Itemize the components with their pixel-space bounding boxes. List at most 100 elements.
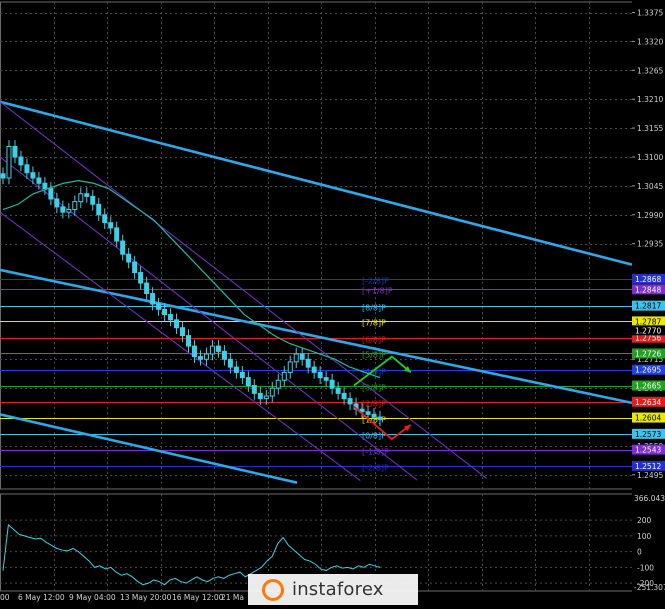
price-tick-label: 1.2935	[637, 240, 663, 249]
candle-body	[90, 195, 96, 205]
candle-body	[150, 293, 156, 305]
candle-body	[156, 303, 162, 310]
candle-body	[317, 371, 323, 379]
candle-body	[257, 392, 263, 400]
price-chart-svg: [-2/8]P[+1/8]P[8/8]P[7/8]P[6/8]P[5/8]P[4…	[0, 0, 665, 605]
candle-body	[335, 387, 341, 394]
murrey-level-label: [2/8]P	[362, 400, 386, 409]
candle-body	[287, 361, 293, 373]
candle-body	[377, 416, 383, 421]
candle-body	[72, 201, 78, 211]
murrey-level-label: [0/8]P	[362, 432, 386, 441]
candle-body	[132, 261, 138, 274]
cci-tick-label: 0	[637, 548, 642, 557]
candle-body	[281, 371, 287, 381]
time-tick-label: 16 May 12:00	[172, 593, 224, 602]
candle-body	[233, 366, 239, 373]
candle-body	[209, 345, 215, 355]
price-tick-label: 1.3320	[637, 37, 663, 46]
candle-body	[60, 206, 66, 213]
candle-body	[66, 209, 72, 213]
price-level-tag-text: 1.2695	[635, 366, 661, 375]
price-level-tag-text: 1.2770	[635, 326, 661, 335]
candle-body	[96, 203, 102, 216]
candle-body	[305, 358, 311, 368]
time-tick-label: 13 May 20:00	[120, 593, 172, 602]
murrey-level-label: [-2/8]P	[362, 464, 389, 473]
price-tick-label: 1.3375	[637, 9, 663, 18]
candle-body	[120, 240, 126, 255]
candle-body	[227, 358, 233, 368]
candle-body	[180, 327, 186, 337]
candle-body	[30, 172, 36, 179]
candle-body	[191, 345, 197, 358]
price-level-tag-text: 1.2787	[635, 317, 661, 326]
candle-body	[275, 379, 281, 389]
cci-tick-label: 100	[637, 532, 652, 541]
candle-body	[6, 145, 12, 179]
channel-line-regression-upper	[0, 101, 487, 479]
candle-body	[54, 198, 60, 208]
candle-body	[311, 366, 317, 373]
time-tick-label: 6 May 12:00	[18, 593, 65, 602]
price-panel-frame	[0, 1, 633, 490]
price-level-tag-text: 1.2665	[635, 382, 661, 391]
price-tick-label: 1.3155	[637, 124, 663, 133]
candle-body	[341, 392, 347, 400]
price-level-tag-text: 1.2512	[635, 462, 661, 471]
candle-body	[263, 395, 269, 400]
candle-body	[186, 335, 192, 347]
candle-body	[168, 314, 174, 321]
candle-body	[269, 387, 275, 397]
candle-body	[42, 182, 48, 189]
instaforex-logo-icon	[262, 578, 284, 601]
candle-body	[18, 156, 24, 166]
candle-body	[0, 173, 6, 179]
chart-container: [-2/8]P [+1/8]P [8/8]P [7/8]P [6/8]P [5/8]P [4…	[0, 0, 665, 605]
time-tick-label: 00	[0, 593, 10, 602]
cci-tick-label: -100	[637, 563, 654, 572]
candle-body	[174, 319, 180, 329]
watermark-text: instaforex	[292, 579, 384, 600]
price-tick-label: 1.3210	[637, 95, 663, 104]
candle-body	[299, 353, 305, 360]
channel-line-long-trend-lower	[0, 413, 298, 484]
candle-body	[221, 350, 227, 360]
candle-body	[365, 411, 371, 415]
time-tick-label: 21 Ma	[221, 593, 244, 602]
price-tick-label: 1.3265	[637, 66, 663, 75]
candle-body	[215, 345, 221, 352]
price-tick-label: 1.2495	[637, 471, 663, 480]
candle-body	[293, 353, 299, 363]
candle-body	[48, 187, 54, 200]
channel-line-regression-lower	[0, 211, 361, 482]
price-level-tag-text: 1.2543	[635, 446, 661, 455]
cci-max-label: 366.0438	[634, 494, 665, 503]
candle-body	[203, 353, 209, 360]
candle-body	[12, 145, 18, 158]
candle-body	[347, 398, 353, 405]
cci-tick-label: 200	[637, 516, 652, 525]
candle-body	[245, 377, 251, 387]
murrey-level-label: [7/8]P	[362, 319, 386, 328]
candle-body	[162, 308, 168, 316]
candle-body	[239, 371, 245, 379]
candle-body	[371, 413, 377, 418]
cci-min-label: -251.307	[634, 583, 665, 592]
candle-body	[329, 379, 335, 389]
candle-body	[102, 214, 108, 224]
candle-body	[114, 227, 120, 242]
price-grid	[0, 2, 632, 591]
price-tick-label: 1.2990	[637, 211, 663, 220]
candle-body	[36, 177, 42, 184]
price-level-tag-text: 1.2868	[635, 275, 661, 284]
candle-body	[197, 356, 203, 360]
murrey-level-label: [-2/8]P	[362, 277, 389, 286]
murrey-level-label: [6/8]P	[362, 336, 386, 345]
candle-body	[108, 222, 114, 229]
candle-body	[144, 282, 150, 295]
candle-body	[251, 385, 257, 394]
price-level-tag-text: 1.2817	[635, 302, 661, 311]
time-tick-label: 9 May 04:00	[69, 593, 116, 602]
murrey-level-label: [+1/8]P	[362, 287, 393, 296]
